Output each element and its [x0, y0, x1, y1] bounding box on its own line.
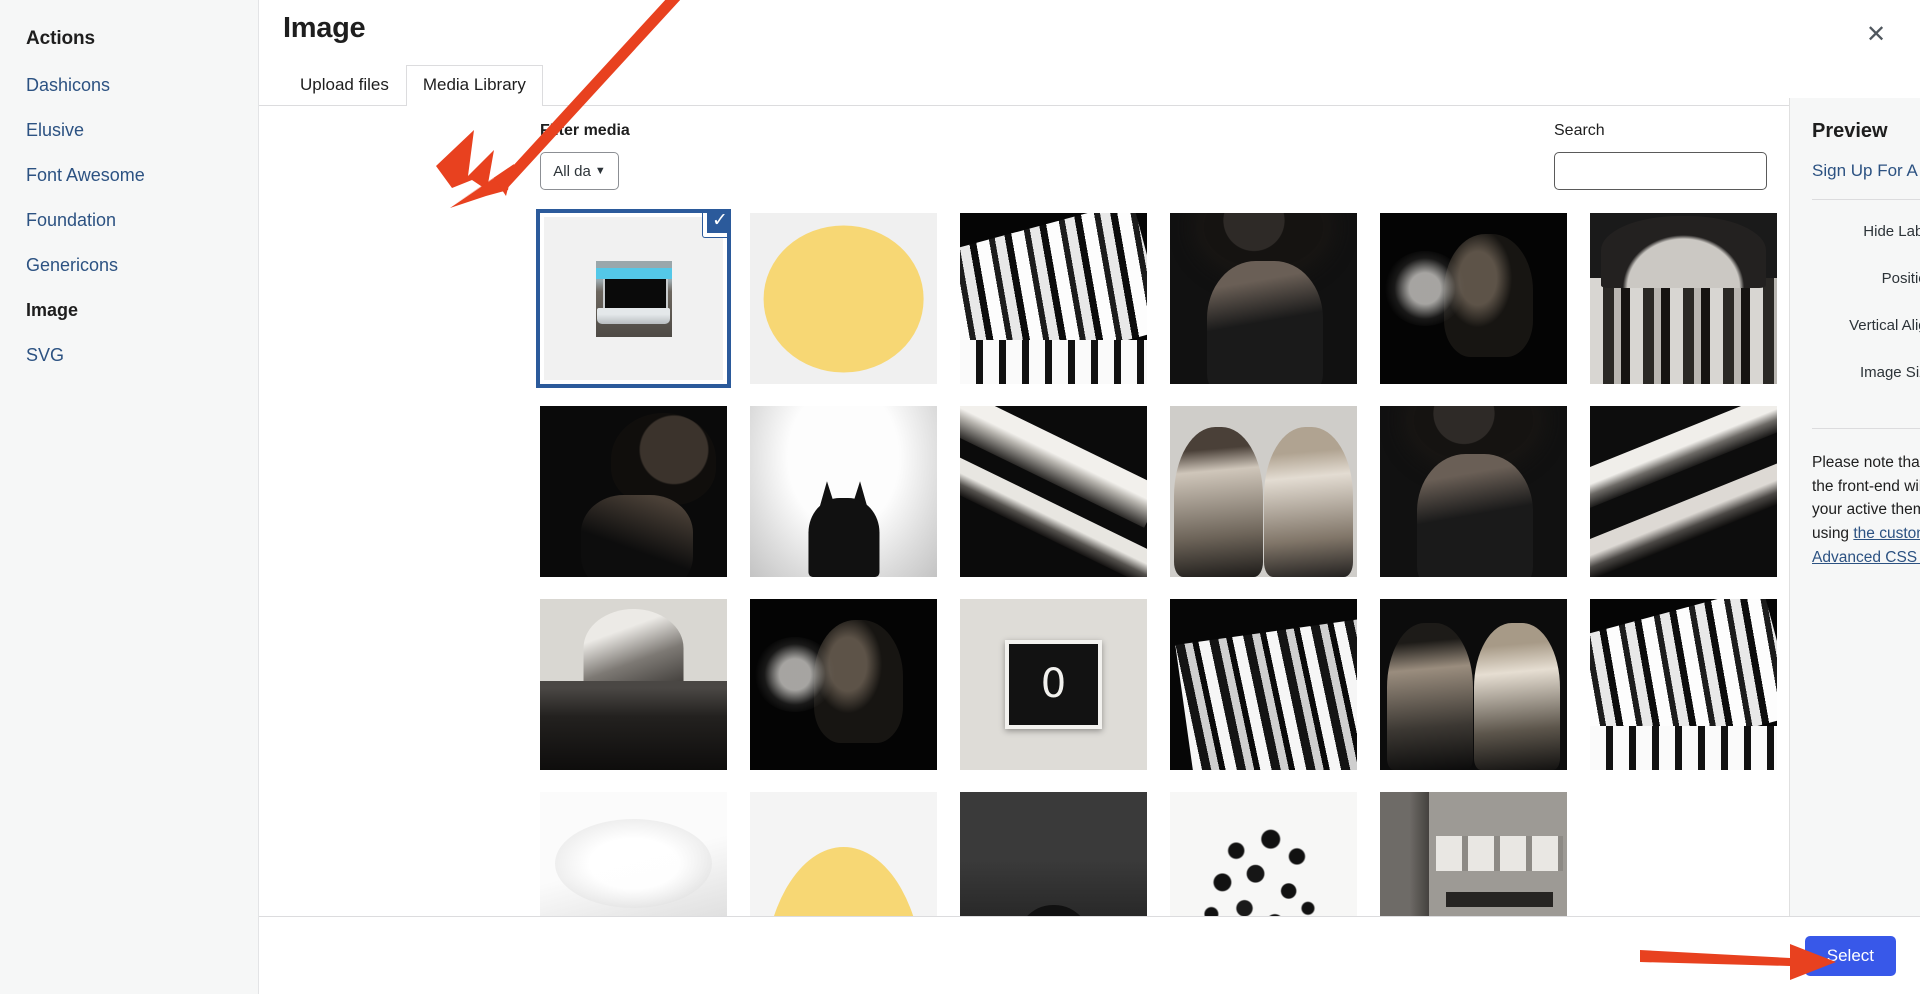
modal-title: Image: [283, 12, 366, 44]
filter-media-select[interactable]: All da ▼: [540, 152, 619, 190]
preview-divider: [1812, 199, 1920, 200]
media-item-yellow-half-circle[interactable]: [750, 792, 937, 917]
link-the-customizer[interactable]: the customizer: [1853, 525, 1920, 542]
preview-panel: Preview Sign Up For A Subscription Box H…: [1789, 98, 1920, 994]
sidebar-heading: Actions: [26, 28, 95, 49]
sidebar-item-genericons[interactable]: Genericons: [26, 256, 258, 274]
preview-fields: Hide Label No ▼ Position Before ▼: [1812, 216, 1920, 404]
artwork-zero-label: 0: [1040, 661, 1067, 708]
media-grid: ✓ 0: [519, 205, 1789, 917]
media-item-bearded-man-smoke-bw[interactable]: [750, 599, 937, 770]
filter-media-label: Filter media: [540, 122, 630, 139]
preview-heading: Preview: [1812, 120, 1888, 142]
thumbnail-image: [595, 260, 672, 337]
field-vertical-align: Vertical Align Middle ▼: [1849, 310, 1920, 341]
actions-sidebar: Actions Dashicons Elusive Font Awesome F…: [0, 0, 259, 994]
field-hide-label-text: Hide Label: [1863, 223, 1920, 240]
media-item-two-girls-portrait-bw[interactable]: [1170, 406, 1357, 577]
media-item-dark-portrait-head[interactable]: [960, 792, 1147, 917]
media-item-woman-tank-top-bw[interactable]: [1380, 406, 1567, 577]
sidebar-item-elusive[interactable]: Elusive: [26, 121, 258, 139]
check-icon: ✓: [703, 213, 727, 237]
sidebar-item-svg[interactable]: SVG: [26, 346, 258, 364]
media-item-building-windows-bw[interactable]: [1590, 599, 1777, 770]
media-item-building-grid-bw[interactable]: [1170, 599, 1357, 770]
media-item-stone-columns-bw[interactable]: [1590, 213, 1777, 384]
media-item-man-smoke-bw[interactable]: [1380, 213, 1567, 384]
field-position: Position Before ▼: [1882, 263, 1920, 294]
media-item-building-facade-bw[interactable]: [960, 213, 1147, 384]
field-image-size: Image Size Thumbnail ▼: [1860, 357, 1920, 388]
media-item-couple-portrait-bw[interactable]: [1380, 599, 1567, 770]
chevron-down-icon: ▼: [594, 165, 606, 177]
media-library-modal-screen: Actions Dashicons Elusive Font Awesome F…: [0, 0, 1920, 994]
media-item-yellow-circle[interactable]: [750, 213, 937, 384]
field-image-size-text: Image Size: [1859, 364, 1920, 381]
modal-tabs: Upload files Media Library: [283, 64, 1920, 106]
media-item-woman-portrait-bw[interactable]: [1170, 213, 1357, 384]
field-position-text: Position: [1881, 270, 1920, 287]
modal-panel: Image ✕ Upload files Media Library Filte…: [259, 0, 1920, 994]
close-icon[interactable]: ✕: [1856, 14, 1896, 54]
media-item-cat-silhouette-bw[interactable]: [750, 406, 937, 577]
preview-item-link[interactable]: Sign Up For A Subscription Box: [1812, 161, 1920, 181]
sidebar-item-image[interactable]: Image: [26, 301, 258, 319]
media-item-staircase-spiral-bw[interactable]: [1590, 406, 1777, 577]
media-item-staircase-bw[interactable]: [960, 406, 1147, 577]
media-item-sky-clouds-bw[interactable]: [540, 792, 727, 917]
field-vertical-align-text: Vertical Align: [1849, 317, 1920, 334]
sidebar-item-foundation[interactable]: Foundation: [26, 211, 258, 229]
filter-media-value: All da: [553, 162, 591, 180]
search-input[interactable]: [1554, 152, 1767, 190]
media-item-laptop-on-table[interactable]: ✓: [536, 209, 731, 388]
select-button[interactable]: Select: [1804, 936, 1896, 976]
search-label: Search: [1554, 122, 1605, 139]
modal-footer: Select: [259, 916, 1920, 994]
media-item-man-smoking-bw[interactable]: [540, 406, 727, 577]
field-hide-label: Hide Label No ▼: [1863, 216, 1920, 247]
media-item-concrete-interior-bw[interactable]: [1380, 792, 1567, 917]
media-item-framed-zero-artwork[interactable]: 0: [960, 599, 1147, 770]
media-item-dome-building-bw[interactable]: [540, 599, 727, 770]
link-advanced-css-editor[interactable]: Advanced CSS Editor: [1812, 549, 1920, 566]
sidebar-item-dashicons[interactable]: Dashicons: [26, 76, 258, 94]
artwork-frame: 0: [1004, 640, 1103, 729]
preview-note: Please note that the actual look of the …: [1812, 428, 1920, 570]
media-item-curly-hair-bw[interactable]: [1170, 792, 1357, 917]
tab-media-library[interactable]: Media Library: [405, 64, 543, 106]
media-grid-scroll-area[interactable]: ✓ 0: [519, 205, 1789, 917]
tab-upload-files[interactable]: Upload files: [283, 65, 406, 105]
sidebar-item-font-awesome[interactable]: Font Awesome: [26, 166, 258, 184]
